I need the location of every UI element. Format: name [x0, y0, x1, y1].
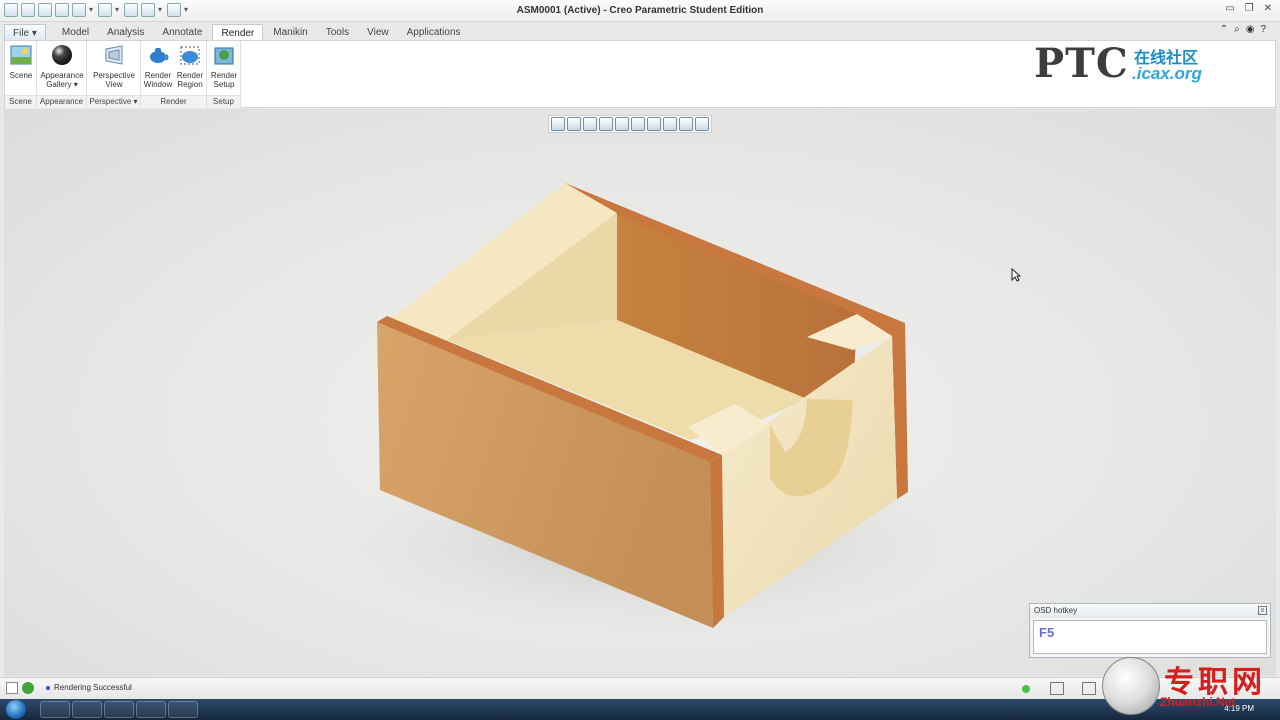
tab-annotate[interactable]: Annotate: [154, 24, 210, 41]
tab-file[interactable]: File ▾: [4, 24, 46, 41]
status-bar: Rendering Successful: [0, 677, 1280, 698]
close-icon[interactable]: x: [1258, 606, 1267, 615]
logo-domain: .icax.org: [1132, 64, 1202, 83]
repaint-icon[interactable]: [599, 117, 613, 131]
taskbar-creo-icon[interactable]: [168, 701, 198, 718]
find-icon[interactable]: [1050, 682, 1064, 695]
group-render: Render Window Render Region Render: [141, 41, 207, 108]
group-label-appearance: Appearance: [37, 95, 86, 108]
group-label-perspective[interactable]: Perspective ▾: [87, 95, 140, 108]
navigator-toggle-icon[interactable]: [6, 682, 18, 694]
zoom-out-icon[interactable]: [583, 117, 597, 131]
group-label-setup: Setup: [207, 95, 240, 108]
group-appearance: Appearance Gallery ▾ Appearance: [37, 41, 87, 108]
tab-tools[interactable]: Tools: [318, 24, 357, 41]
selection-filter-icon[interactable]: [1082, 682, 1096, 695]
search-icon[interactable]: ⌕: [1234, 24, 1240, 35]
close-icon[interactable]: ✕: [1264, 3, 1272, 14]
datum-display-icon[interactable]: [663, 117, 677, 131]
teapot-region-icon: [180, 46, 200, 65]
scene-button[interactable]: Scene: [8, 44, 34, 80]
taskbar-explorer-icon[interactable]: [40, 701, 70, 718]
teapot-icon: [150, 48, 169, 63]
title-bar: ▾ ▾ ▾ ▾ ASM0001 (Active) - Creo Parametr…: [0, 0, 1280, 22]
wooden-box-model[interactable]: [4, 109, 1276, 676]
tab-view[interactable]: View: [359, 24, 397, 41]
group-label-scene: Scene: [5, 95, 36, 108]
taskbar-window-icon[interactable]: [72, 701, 102, 718]
ribbon-right-controls: ⌃ ⌕ ◉ ?: [1220, 24, 1266, 35]
graphics-viewport[interactable]: [4, 109, 1276, 676]
zoom-in-icon[interactable]: [567, 117, 581, 131]
ribbon-tabs: File ▾ Model Analysis Annotate Render Ma…: [0, 22, 1280, 41]
render-window-button[interactable]: Render Window: [143, 44, 173, 89]
appearance-gallery-button[interactable]: Appearance Gallery ▾: [39, 44, 85, 89]
tab-model[interactable]: Model: [54, 24, 97, 41]
tab-render[interactable]: Render: [212, 24, 264, 41]
render-region-button[interactable]: Render Region: [175, 44, 205, 89]
status-message: Rendering Successful: [46, 683, 132, 692]
perspective-view-button[interactable]: Perspective View: [89, 44, 139, 89]
sphere-icon: [52, 45, 72, 65]
taskbar-folder-icon[interactable]: [136, 701, 166, 718]
ptc-logo: PTC 在线社区 .icax.org: [1034, 40, 1234, 88]
group-scene: Scene Scene: [5, 41, 37, 108]
tab-applications[interactable]: Applications: [399, 24, 469, 41]
render-setup-icon: [214, 47, 234, 65]
saved-orientations-icon[interactable]: [631, 117, 645, 131]
group-perspective: Perspective View Perspective ▾: [87, 41, 141, 108]
zhuanzhi-watermark: 专职网 Zhuanzhi.Net: [1100, 655, 1280, 719]
regen-status-icon: [1022, 685, 1030, 693]
perspective-icon: [105, 45, 123, 65]
tab-manikin[interactable]: Manikin: [265, 24, 315, 41]
status-dot-icon: [46, 685, 50, 690]
taskbar-chrome-icon[interactable]: [104, 701, 134, 718]
soccer-ball-logo-icon: [1102, 657, 1160, 715]
annotation-display-icon[interactable]: [679, 117, 693, 131]
community-icon[interactable]: ◉: [1246, 24, 1255, 35]
restore-icon[interactable]: ❐: [1245, 3, 1254, 14]
group-label-render: Render: [141, 95, 206, 108]
osd-key: F5: [1033, 620, 1267, 654]
group-setup: Render Setup Setup: [207, 41, 241, 108]
osd-title: OSD hotkey: [1030, 604, 1270, 618]
watermark-en: Zhuanzhi.Net: [1160, 695, 1236, 709]
logo-brand: PTC: [1034, 40, 1129, 87]
view-manager-icon[interactable]: [647, 117, 661, 131]
tab-analysis[interactable]: Analysis: [99, 24, 152, 41]
spin-center-icon[interactable]: [695, 117, 709, 131]
mouse-cursor-icon: [1011, 268, 1021, 282]
window-title: ASM0001 (Active) - Creo Parametric Stude…: [516, 5, 764, 16]
display-style-icon[interactable]: [615, 117, 629, 131]
start-button-icon[interactable]: [6, 700, 26, 719]
osd-hotkey-panel: OSD hotkey x F5: [1029, 603, 1271, 658]
minimize-icon[interactable]: ▭: [1225, 3, 1234, 14]
scene-icon: [10, 45, 32, 65]
os-taskbar: 4:19 PM: [0, 699, 1280, 720]
window-controls: ▭ ❐ ✕: [1225, 3, 1272, 14]
refit-icon[interactable]: [551, 117, 565, 131]
help-icon[interactable]: ?: [1260, 24, 1266, 35]
view-toolbar: [548, 115, 712, 133]
browser-toggle-icon[interactable]: [22, 682, 34, 694]
minimize-ribbon-icon[interactable]: ⌃: [1220, 24, 1228, 35]
render-setup-button[interactable]: Render Setup: [209, 44, 239, 89]
